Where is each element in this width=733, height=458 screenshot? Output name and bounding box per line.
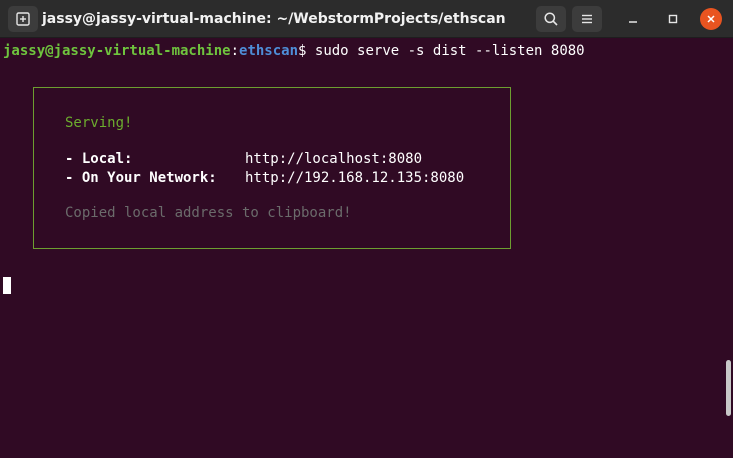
minimize-icon: [629, 21, 637, 23]
new-tab-icon: [16, 12, 30, 26]
network-address-row: - On Your Network: http://192.168.12.135:…: [65, 170, 464, 186]
network-url: http://192.168.12.135:8080: [245, 170, 465, 186]
new-tab-button[interactable]: [8, 6, 38, 32]
scrollbar-thumb[interactable]: [726, 360, 731, 416]
local-url: http://localhost:8080: [245, 151, 423, 167]
network-label: - On Your Network:: [65, 170, 217, 186]
title-bar: jassy@jassy-virtual-machine: ~/WebstormP…: [0, 0, 733, 38]
menu-button[interactable]: [572, 6, 602, 32]
prompt-separator: :: [230, 43, 240, 59]
close-button[interactable]: [700, 8, 722, 30]
serve-output-box: Serving! - Local: http://localhost:8080 -…: [33, 87, 511, 249]
command-text: sudo serve -s dist --listen 8080: [314, 43, 585, 59]
close-icon: [707, 15, 715, 23]
text-cursor: [3, 277, 11, 294]
terminal-area[interactable]: jassy@jassy-virtual-machine:ethscan$ sud…: [0, 38, 733, 458]
prompt-line: jassy@jassy-virtual-machine:ethscan$ sud…: [3, 43, 585, 59]
window-title: jassy@jassy-virtual-machine: ~/WebstormP…: [42, 11, 506, 27]
search-icon: [544, 12, 558, 26]
prompt-user: jassy@jassy-virtual-machine: [3, 43, 231, 59]
prompt-suffix: $: [298, 43, 315, 59]
prompt-path: ethscan: [239, 43, 299, 59]
local-label: - Local:: [65, 151, 133, 167]
serving-status: Serving!: [65, 115, 133, 131]
local-address-row: - Local: http://localhost:8080: [65, 151, 422, 167]
maximize-button[interactable]: [662, 8, 684, 30]
minimize-button[interactable]: [622, 8, 644, 30]
maximize-icon: [668, 14, 678, 24]
hamburger-icon: [582, 14, 592, 24]
clipboard-message: Copied local address to clipboard!: [65, 205, 352, 221]
search-button[interactable]: [536, 6, 566, 32]
